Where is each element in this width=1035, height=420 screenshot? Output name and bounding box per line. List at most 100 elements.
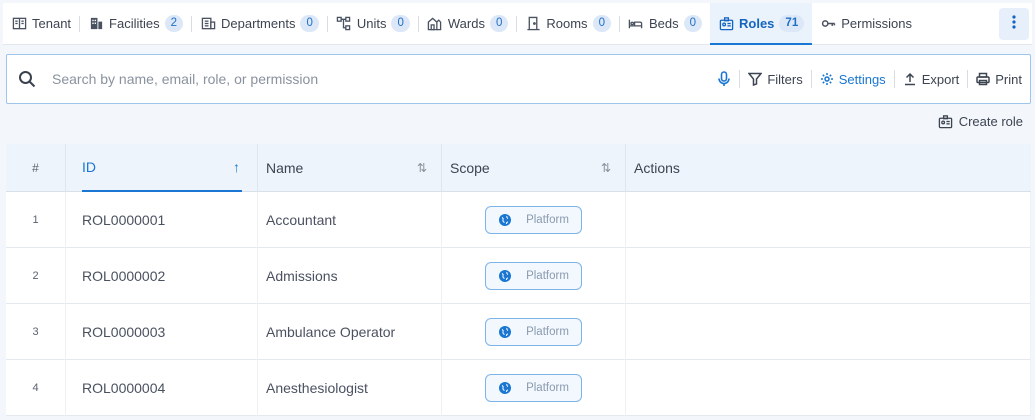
tab-roles[interactable]: Roles 71 [710,2,813,45]
table-row[interactable]: 4 ROL0000004 Anesthesiologist Platform [6,359,1031,416]
gear-icon [820,73,833,85]
row-number: 1 [6,191,66,248]
scope-chip[interactable]: Platform [485,205,582,234]
table-header: # ID ↑ Name ⇅ Scope ⇅ Actions [6,143,1031,192]
actions-cell [626,191,1031,248]
upload-icon [904,72,915,86]
settings-label: Settings [838,71,886,87]
filters-button[interactable]: Filters [740,69,810,89]
filters-label: Filters [767,71,803,87]
tab-units[interactable]: Units 0 [328,3,418,45]
tab-count-badge: 2 [164,15,184,32]
scope-cell: Platform [442,247,626,304]
roles-table: # ID ↑ Name ⇅ Scope ⇅ Actions 1 ROL00000… [6,143,1031,416]
tab-label: Units [356,16,387,31]
tab-facilities[interactable]: Facilities 2 [80,3,191,45]
export-button[interactable]: Export [895,69,968,89]
row-number: 4 [6,359,66,416]
print-button[interactable]: Print [968,69,1030,89]
key-icon [820,16,836,32]
role-name: Ambulance Operator [258,303,442,360]
globe-icon [498,381,512,395]
tab-wards[interactable]: Wards 0 [419,3,516,45]
tab-label: Rooms [546,16,588,31]
tab-label: Departments [221,16,296,31]
column-header-name[interactable]: Name ⇅ [258,143,442,192]
tab-label: Facilities [109,16,160,31]
sort-icon[interactable]: ⇅ [417,161,427,175]
role-id: ROL0000004 [66,359,258,416]
row-number: 3 [6,303,66,360]
id-sort-header[interactable]: ID ↑ [82,144,242,192]
table-row[interactable]: 1 ROL0000001 Accountant Platform [6,191,1031,248]
microphone-icon[interactable] [709,71,739,87]
sort-icon[interactable]: ⇅ [601,161,611,175]
roles-icon [718,16,734,32]
more-vertical-icon [1012,14,1016,34]
tab-count-badge: 0 [592,15,611,32]
globe-icon [498,325,512,339]
column-label: Scope [450,159,490,176]
departments-icon [200,16,216,32]
tab-count-badge: 0 [489,15,509,32]
sort-ascending-icon[interactable]: ↑ [233,159,240,175]
tab-label: Tenant [32,16,72,31]
scope-label: Platform [526,213,569,226]
scope-chip[interactable]: Platform [485,317,582,346]
column-header-scope[interactable]: Scope ⇅ [442,143,626,192]
settings-button[interactable]: Settings [812,69,894,89]
more-menu-button[interactable] [999,8,1029,40]
scope-label: Platform [526,325,569,338]
scope-cell: Platform [442,191,626,248]
search-icon [18,68,40,90]
tab-count-badge: 0 [300,15,319,32]
wards-icon [427,16,443,32]
scope-cell: Platform [442,359,626,416]
column-label: Name [266,159,304,176]
column-label: Actions [634,159,680,176]
role-name: Admissions [258,247,442,304]
scope-cell: Platform [442,303,626,360]
tab-count-badge: 0 [683,15,703,32]
beds-icon [628,16,644,32]
search-bar: Filters Settings Export Print [6,54,1031,104]
column-label: ID [82,158,96,175]
tab-rooms[interactable]: Rooms 0 [517,3,619,45]
actions-cell [626,303,1031,360]
facilities-icon [88,16,104,32]
tab-permissions[interactable]: Permissions [812,3,920,45]
tab-bar: Tenant Facilities 2 Departments 0 Units … [3,2,1032,45]
column-header-actions: Actions [626,144,1031,192]
filter-icon [748,72,763,86]
tab-tenant[interactable]: Tenant [3,3,79,45]
tab-departments[interactable]: Departments 0 [192,3,327,45]
role-id: ROL0000001 [66,191,258,248]
row-number: 2 [6,247,66,304]
roles-icon [938,115,952,129]
scope-chip[interactable]: Platform [485,261,582,290]
create-role-button[interactable]: Create role [938,114,1023,129]
table-row[interactable]: 2 ROL0000002 Admissions Platform [6,247,1031,304]
scope-label: Platform [526,381,569,394]
units-icon [336,16,352,32]
tab-label: Permissions [841,16,913,31]
create-role-label: Create role [958,114,1023,129]
search-input[interactable] [52,71,710,87]
actions-cell [626,359,1031,416]
role-id: ROL0000003 [66,303,258,360]
tab-label: Wards [447,16,485,31]
tab-label: Roles [739,16,775,31]
tab-count-badge: 71 [779,15,805,32]
scope-chip[interactable]: Platform [485,373,582,402]
role-id: ROL0000002 [66,247,258,304]
scope-label: Platform [526,269,569,282]
tab-beds[interactable]: Beds 0 [620,3,710,45]
table-row[interactable]: 3 ROL0000003 Ambulance Operator Platform [6,303,1031,360]
actions-cell [626,247,1031,304]
rooms-icon [525,16,541,32]
tenant-icon [11,16,27,32]
export-label: Export [921,71,960,87]
column-header-id[interactable]: ID ↑ [66,143,258,192]
printer-icon [976,72,991,86]
globe-icon [498,213,512,227]
